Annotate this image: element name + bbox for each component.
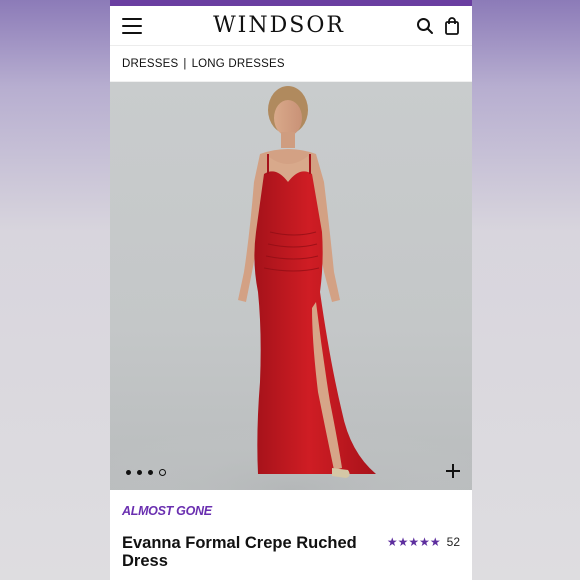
breadcrumb-separator: | xyxy=(183,57,187,70)
product-info: ALMOST GONE Evanna Formal Crepe Ruched D… xyxy=(110,490,472,570)
plus-icon[interactable] xyxy=(444,462,462,480)
site-header: WINDSOR xyxy=(110,6,472,46)
phone-screen: WINDSOR DRESSES | LONG DRESSES ALMOST GO… xyxy=(110,0,472,580)
rating-stars-icon: ★★★★★ xyxy=(386,535,441,549)
breadcrumb: DRESSES | LONG DRESSES xyxy=(110,46,472,82)
blurred-background-left xyxy=(0,0,110,580)
review-count[interactable]: 52 xyxy=(447,535,460,549)
gallery-pagination xyxy=(126,469,166,476)
breadcrumb-dresses[interactable]: DRESSES xyxy=(122,58,178,70)
breadcrumb-long-dresses[interactable]: LONG DRESSES xyxy=(192,58,285,70)
blurred-background-right xyxy=(472,0,580,580)
product-photo xyxy=(110,86,472,490)
header-actions xyxy=(416,16,460,35)
product-image-gallery[interactable] xyxy=(110,82,472,490)
site-logo[interactable]: WINDSOR xyxy=(213,13,345,38)
gallery-dot[interactable] xyxy=(126,470,131,475)
gallery-dot[interactable] xyxy=(148,470,153,475)
product-title: Evanna Formal Crepe Ruched Dress xyxy=(122,534,357,570)
gallery-dot[interactable] xyxy=(137,470,142,475)
gallery-dot-active[interactable] xyxy=(159,469,166,476)
shopping-bag-icon[interactable] xyxy=(444,16,460,35)
title-row: Evanna Formal Crepe Ruched Dress ★★★★★ 5… xyxy=(122,534,460,570)
status-badge: ALMOST GONE xyxy=(122,504,212,518)
search-icon[interactable] xyxy=(416,17,434,35)
hamburger-menu-icon[interactable] xyxy=(122,17,142,34)
product-rating[interactable]: ★★★★★ 52 xyxy=(387,534,460,549)
